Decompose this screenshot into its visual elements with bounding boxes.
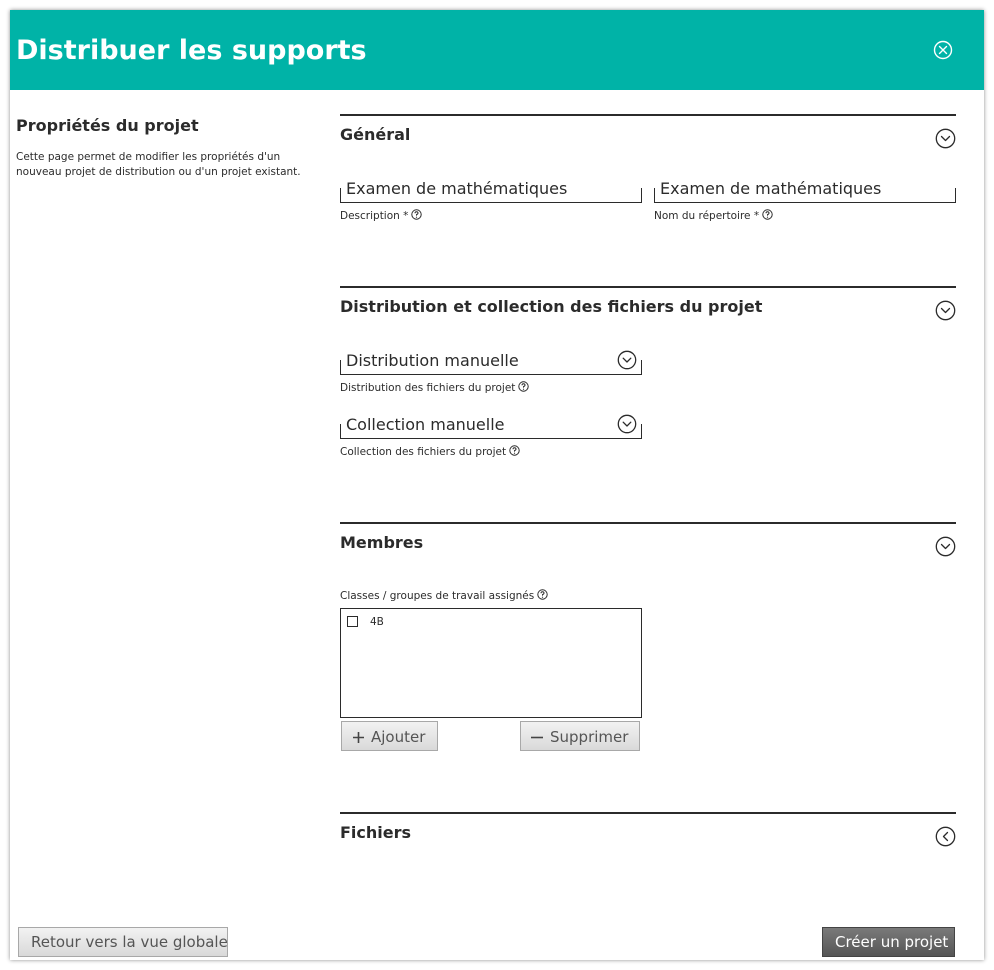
chevron-left-circle-icon[interactable] <box>935 826 956 847</box>
help-circle-icon[interactable] <box>537 589 548 600</box>
collection-label: Collection des fichiers du projet <box>340 445 520 459</box>
members-listbox[interactable]: 4B <box>340 608 642 718</box>
section-general-title: Général <box>340 125 411 144</box>
distribution-label: Distribution des fichiers du projet <box>340 381 530 395</box>
section-distribution-title: Distribution et collection des fichiers … <box>340 297 763 316</box>
sidebar-description: Cette page permet de modifier les propri… <box>16 151 301 178</box>
plus-icon <box>353 732 364 743</box>
add-button-label: Ajouter <box>371 728 426 746</box>
list-item-checkbox[interactable] <box>347 616 358 627</box>
help-circle-icon[interactable] <box>509 445 520 456</box>
dialog-title: Distribuer les supports <box>16 35 367 66</box>
collection-label-text: Collection des fichiers du projet <box>340 446 507 458</box>
section-files: Fichiers <box>340 812 956 874</box>
directory-label-text: Nom du répertoire * <box>654 210 760 222</box>
create-button-label: Créer un projet <box>835 933 949 951</box>
collection-value: Collection manuelle <box>346 415 505 434</box>
directory-field[interactable]: Examen de mathématiques <box>654 179 956 203</box>
section-members-title: Membres <box>340 533 424 552</box>
chevron-down-circle-icon[interactable] <box>935 300 956 321</box>
help-circle-icon[interactable] <box>411 209 423 220</box>
back-button-label: Retour vers la vue globale <box>31 933 228 951</box>
back-to-overview-button[interactable]: Retour vers la vue globale <box>18 927 228 957</box>
remove-button-label: Supprimer <box>550 728 629 746</box>
section-files-title: Fichiers <box>340 823 412 842</box>
dialog: Distribuer les supports Propriétés du pr… <box>10 10 984 960</box>
chevron-down-circle-icon[interactable] <box>617 350 637 370</box>
list-item-label: 4B <box>370 616 384 628</box>
members-list-label-text: Classes / groupes de travail assignés <box>340 590 535 602</box>
help-circle-icon[interactable] <box>762 209 773 220</box>
members-list-label: Classes / groupes de travail assignés <box>340 589 548 603</box>
create-project-button[interactable]: Créer un projet <box>822 927 955 957</box>
dialog-header: Distribuer les supports <box>10 10 984 90</box>
description-label: Description * <box>340 209 423 223</box>
directory-label: Nom du répertoire * <box>654 209 773 223</box>
collection-select[interactable]: Collection manuelle <box>340 414 642 439</box>
distribution-value: Distribution manuelle <box>346 351 519 370</box>
help-circle-icon[interactable] <box>518 381 530 392</box>
distribution-select[interactable]: Distribution manuelle <box>340 350 642 375</box>
close-icon[interactable] <box>933 40 953 60</box>
chevron-down-circle-icon[interactable] <box>935 128 956 149</box>
sidebar-title: Propriétés du projet <box>16 116 199 135</box>
description-label-text: Description * <box>340 210 409 222</box>
remove-button[interactable]: Supprimer <box>520 721 640 751</box>
description-field[interactable]: Examen de mathématiques <box>340 179 642 203</box>
add-button[interactable]: Ajouter <box>341 721 438 751</box>
distribution-label-text: Distribution des fichiers du projet <box>340 382 516 394</box>
minus-icon <box>531 736 543 739</box>
description-value: Examen de mathématiques <box>346 179 568 198</box>
directory-value: Examen de mathématiques <box>660 179 882 198</box>
chevron-down-circle-icon[interactable] <box>935 536 956 557</box>
chevron-down-circle-icon[interactable] <box>617 414 637 434</box>
